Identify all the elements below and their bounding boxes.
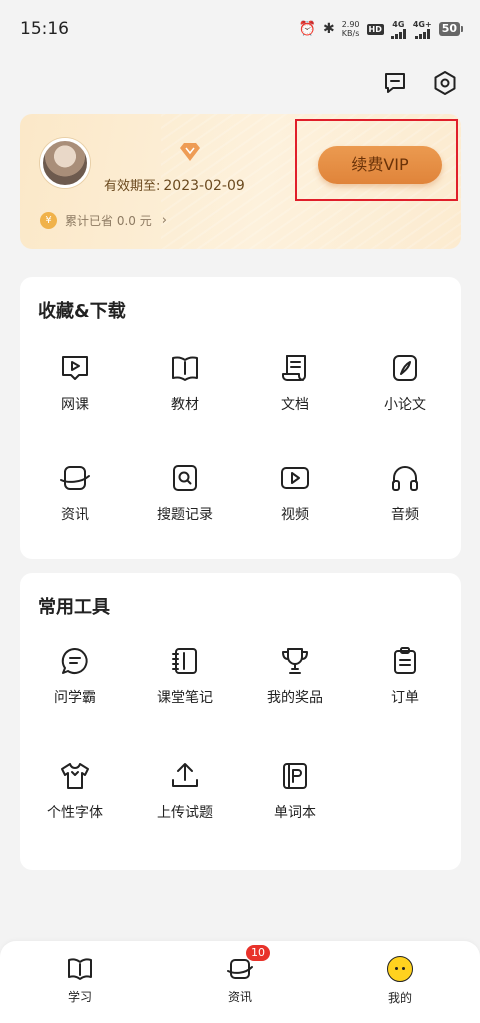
tool-item-my-prizes[interactable]: 我的奖品 xyxy=(240,645,350,707)
chevron-right-icon: › xyxy=(161,213,167,228)
tools-section: 常用工具 问学霸 课堂笔记 我的奖品 订单 个性字体 上传试题 单词本 xyxy=(20,573,461,870)
clipboard-icon xyxy=(389,645,421,677)
alarm-icon: ⏰ xyxy=(298,21,316,37)
favorite-item-label: 网课 xyxy=(61,397,89,413)
word-book-icon xyxy=(279,760,311,792)
nav-item-label: 资讯 xyxy=(227,990,252,1004)
section-title: 收藏&下载 xyxy=(38,301,126,322)
nav-item-label: 学习 xyxy=(67,990,92,1004)
tool-item-word-book[interactable]: 单词本 xyxy=(240,760,350,822)
tshirt-icon xyxy=(59,760,91,792)
signal-bars-icon xyxy=(414,28,430,39)
headphones-icon xyxy=(389,462,421,494)
favorite-item-paper[interactable]: 小论文 xyxy=(350,352,460,414)
favorite-item-label: 小论文 xyxy=(384,397,426,413)
favorite-item-search-history[interactable]: 搜题记录 xyxy=(130,462,240,524)
net-speed-unit: KB/s xyxy=(341,29,360,38)
nav-item-label: 我的 xyxy=(387,991,412,1005)
savings-link[interactable]: ¥ 累计已省 0.0 元 › xyxy=(40,212,167,229)
chat-bubble-icon xyxy=(59,645,91,677)
planet-icon xyxy=(59,462,91,494)
tool-item-ask-expert[interactable]: 问学霸 xyxy=(20,645,130,707)
favorite-item-label: 文档 xyxy=(281,397,309,413)
favorites-section: 收藏&下载 网课 教材 文档 小论文 资讯 搜题记录 视频 音频 xyxy=(20,277,461,559)
savings-text: 累计已省 0.0 元 xyxy=(65,214,152,228)
signal-2-label: 4G+ xyxy=(412,19,432,29)
tool-item-label: 个性字体 xyxy=(47,805,103,821)
trophy-icon xyxy=(279,645,311,677)
favorite-item-document[interactable]: 文档 xyxy=(240,352,350,414)
coin-icon: ¥ xyxy=(40,212,57,229)
vip-diamond-icon xyxy=(179,142,201,162)
hd-badge: HD xyxy=(366,23,384,35)
favorite-item-video[interactable]: 视频 xyxy=(240,462,350,524)
expiry-label: 有效期至: xyxy=(104,179,161,194)
book-icon xyxy=(66,955,94,983)
status-time: 15:16 xyxy=(20,19,69,39)
renew-vip-button[interactable]: 续费VIP xyxy=(318,146,442,184)
book-icon xyxy=(169,352,201,384)
tool-item-label: 课堂笔记 xyxy=(157,690,213,706)
signal-2: 4G+ xyxy=(413,20,432,39)
avatar[interactable] xyxy=(40,138,90,188)
tool-item-label: 单词本 xyxy=(274,805,316,821)
smiley-icon xyxy=(386,956,414,984)
signal-bars-icon xyxy=(390,28,406,39)
tool-item-label: 问学霸 xyxy=(54,690,96,706)
feather-pen-icon xyxy=(389,352,421,384)
status-bar: 15:16 ⏰ ✱ 2.90 KB/s HD 4G 4G+ 50 xyxy=(0,0,480,58)
favorite-item-news[interactable]: 资讯 xyxy=(20,462,130,524)
tool-item-custom-font[interactable]: 个性字体 xyxy=(20,760,130,822)
expiry-date: 2023-02-09 xyxy=(163,178,245,194)
favorite-item-online-course[interactable]: 网课 xyxy=(20,352,130,414)
notebook-icon xyxy=(169,645,201,677)
favorite-item-label: 搜题记录 xyxy=(157,507,213,523)
scroll-document-icon xyxy=(279,352,311,384)
message-icon[interactable] xyxy=(380,68,410,98)
net-speed-value: 2.90 xyxy=(341,20,360,29)
nav-item-mine[interactable]: 我的 xyxy=(355,955,445,1006)
signal-1: 4G xyxy=(390,19,406,39)
settings-icon[interactable] xyxy=(430,68,460,98)
favorite-item-label: 资讯 xyxy=(61,507,89,523)
tool-item-class-notes[interactable]: 课堂笔记 xyxy=(130,645,240,707)
network-speed: 2.90 KB/s xyxy=(342,20,360,38)
tool-item-label: 我的奖品 xyxy=(267,690,323,706)
vip-card: 有效期至: 2023-02-09 ¥ 累计已省 0.0 元 › 续费VIP xyxy=(20,114,461,249)
notification-badge: 10 xyxy=(246,945,270,961)
vip-expiry: 有效期至: 2023-02-09 xyxy=(104,175,245,194)
battery-icon: 50 xyxy=(438,22,464,36)
favorite-item-textbook[interactable]: 教材 xyxy=(130,352,240,414)
video-play-icon xyxy=(279,462,311,494)
section-title: 常用工具 xyxy=(38,597,110,618)
tool-item-upload-questions[interactable]: 上传试题 xyxy=(130,760,240,822)
tool-item-label: 上传试题 xyxy=(157,805,213,821)
nav-item-news[interactable]: 10 资讯 xyxy=(195,945,285,1005)
bottom-nav: 学习 10 资讯 我的 xyxy=(0,941,480,1023)
play-chat-icon xyxy=(59,352,91,384)
top-actions xyxy=(380,68,460,98)
tool-item-label: 订单 xyxy=(391,690,419,706)
upload-icon xyxy=(169,760,201,792)
tool-item-orders[interactable]: 订单 xyxy=(350,645,460,707)
search-record-icon xyxy=(169,462,201,494)
planet-icon: 10 xyxy=(226,945,270,983)
favorite-item-label: 音频 xyxy=(391,507,419,523)
nav-item-study[interactable]: 学习 xyxy=(35,955,125,1005)
favorite-item-label: 视频 xyxy=(281,507,309,523)
signal-1-label: 4G xyxy=(392,19,405,29)
favorite-item-audio[interactable]: 音频 xyxy=(350,462,460,524)
bluetooth-icon: ✱ xyxy=(322,21,335,37)
favorite-item-label: 教材 xyxy=(171,397,199,413)
